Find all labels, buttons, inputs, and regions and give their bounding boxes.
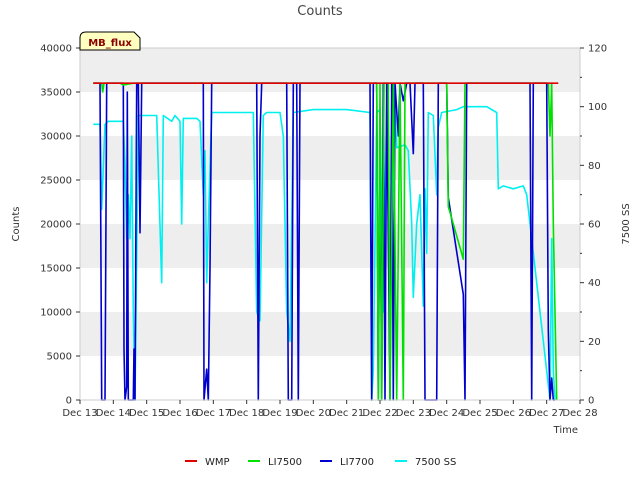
x-tick-label: Dec 24 xyxy=(429,408,464,419)
y-tick-label: 30000 xyxy=(40,132,72,143)
x-tick-label: Dec 17 xyxy=(196,408,231,419)
legend-label: 7500 SS xyxy=(415,457,456,468)
grid-band xyxy=(80,136,580,180)
y2-tick-label: 80 xyxy=(588,161,601,172)
y2-tick-label: 60 xyxy=(588,220,601,231)
legend-label: LI7500 xyxy=(268,457,302,468)
x-tick-label: Dec 20 xyxy=(296,408,331,419)
x-tick-label: Dec 15 xyxy=(129,408,164,419)
grid-band xyxy=(80,48,580,92)
y2-tick-label: 100 xyxy=(588,102,607,113)
grid-band xyxy=(80,312,580,356)
y-axis-left: 0 5000 10000 15000 20000 25000 30000 35000 40000 xyxy=(40,44,80,407)
grid-band xyxy=(80,224,580,268)
counts-chart: Counts Dec 13Dec 14Dec 15Dec 16Dec 17Dec… xyxy=(11,4,632,468)
y-tick-label: 10000 xyxy=(40,308,72,319)
chart-title: Counts xyxy=(297,4,343,19)
badge: MB_flux xyxy=(79,31,141,51)
y-tick-label: 0 xyxy=(66,396,72,407)
y-axis-right: 0 20 40 60 80 100 120 xyxy=(580,44,607,407)
x-tick-label: Dec 21 xyxy=(329,408,364,419)
x-tick-label: Dec 16 xyxy=(162,408,197,419)
y-axis-title: Counts xyxy=(11,207,22,242)
y-tick-label: 15000 xyxy=(40,264,72,275)
grid-bands xyxy=(80,48,580,356)
y2-tick-label: 40 xyxy=(588,278,601,289)
x-tick-label: Dec 27 xyxy=(529,408,564,419)
x-tick-label: Dec 18 xyxy=(229,408,264,419)
x-tick-label: Dec 13 xyxy=(62,408,97,419)
x-tick-label: Dec 19 xyxy=(262,408,297,419)
badge-label: MB_flux xyxy=(88,38,132,49)
x-axis: Dec 13Dec 14Dec 15Dec 16Dec 17Dec 18Dec … xyxy=(62,400,598,419)
y2-axis-title: 7500 SS xyxy=(621,203,632,244)
y2-tick-label: 120 xyxy=(588,44,607,55)
legend: WMP LI7500 LI7700 7500 SS xyxy=(185,457,456,468)
legend-label: LI7700 xyxy=(340,457,374,468)
x-tick-label: Dec 28 xyxy=(562,408,597,419)
y2-tick-label: 20 xyxy=(588,337,601,348)
y-tick-label: 25000 xyxy=(40,176,72,187)
y-tick-label: 40000 xyxy=(40,44,72,55)
x-tick-label: Dec 22 xyxy=(362,408,397,419)
y-tick-label: 35000 xyxy=(40,88,72,99)
y-tick-label: 20000 xyxy=(40,220,72,231)
x-tick-label: Dec 14 xyxy=(96,408,131,419)
x-tick-label: Dec 25 xyxy=(462,408,497,419)
x-axis-title: Time xyxy=(553,425,578,436)
y-tick-label: 5000 xyxy=(47,352,72,363)
y2-tick-label: 0 xyxy=(588,396,594,407)
x-tick-label: Dec 23 xyxy=(396,408,431,419)
legend-label: WMP xyxy=(205,457,230,468)
x-tick-label: Dec 26 xyxy=(496,408,531,419)
